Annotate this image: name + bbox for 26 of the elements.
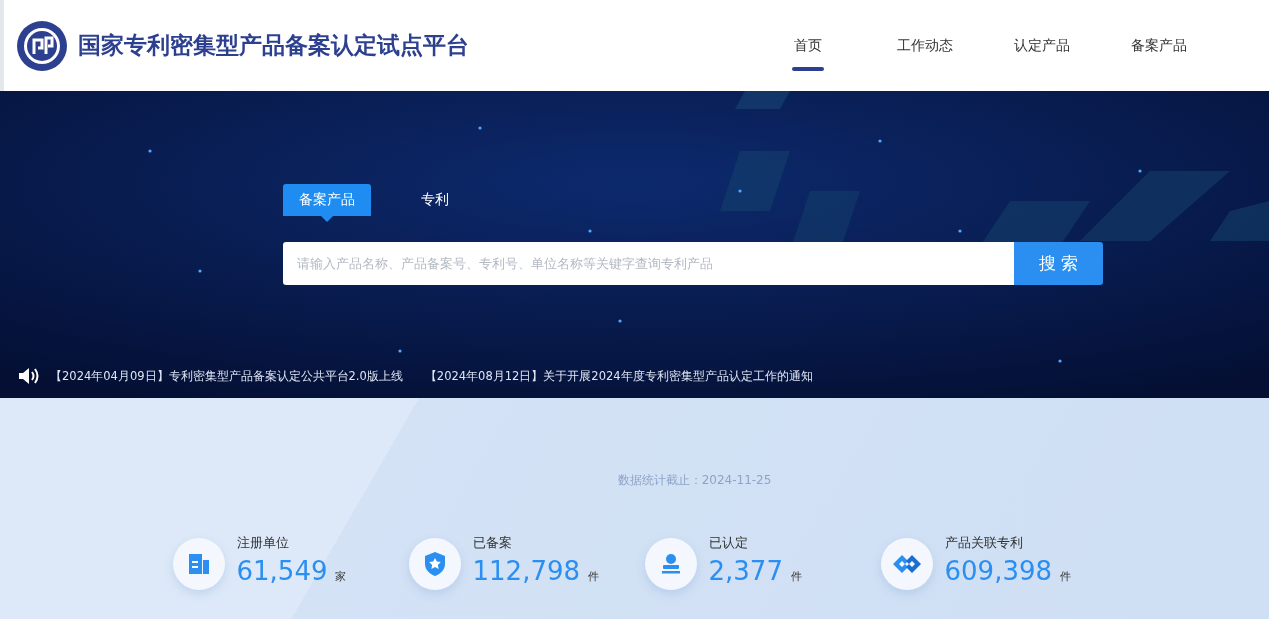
stat-label: 已备案	[472, 535, 513, 552]
stat-label: 注册单位	[236, 535, 290, 552]
nav-link[interactable]: 首页	[749, 0, 866, 91]
stat-label: 已认定	[708, 535, 749, 552]
site-title: 国家专利密集型产品备案认定试点平台	[78, 31, 469, 60]
nav-link[interactable]: 认定产品	[983, 0, 1100, 91]
nav-link[interactable]: 工作动态	[866, 0, 983, 91]
stat-unit: 件	[790, 569, 802, 584]
notice-link[interactable]: 【2024年08月12日】关于开展2024年度专利密集型产品认定工作的通知	[424, 368, 813, 384]
stats-date: 数据统计截止：2024-11-25	[617, 472, 772, 489]
notice-link[interactable]: 【2024年04月09日】专利密集型产品备案认定公共平台2.0版上线	[50, 368, 403, 384]
stat-value: 61,549	[236, 556, 328, 586]
stat-value: 2,377	[708, 556, 783, 586]
stat-unit: 件	[588, 569, 600, 584]
search-field[interactable]: 请输入产品名称、产品备案号、专利号、单位名称等关键字查询专利产品	[283, 242, 1014, 285]
stat-unit: 件	[1060, 569, 1072, 584]
stat-label: 产品关联专利	[944, 535, 1024, 552]
building-icon	[186, 552, 211, 576]
shield-star-icon	[422, 551, 447, 577]
speaker-icon	[18, 366, 40, 386]
stat-value: 609,398	[944, 556, 1053, 586]
search-tab[interactable]: 专利	[391, 184, 479, 222]
nav-link[interactable]: 备案产品	[1100, 0, 1217, 91]
emblem-logo	[16, 19, 68, 72]
stat-unit: 家	[335, 569, 347, 584]
stat-value: 112,798	[472, 556, 581, 586]
